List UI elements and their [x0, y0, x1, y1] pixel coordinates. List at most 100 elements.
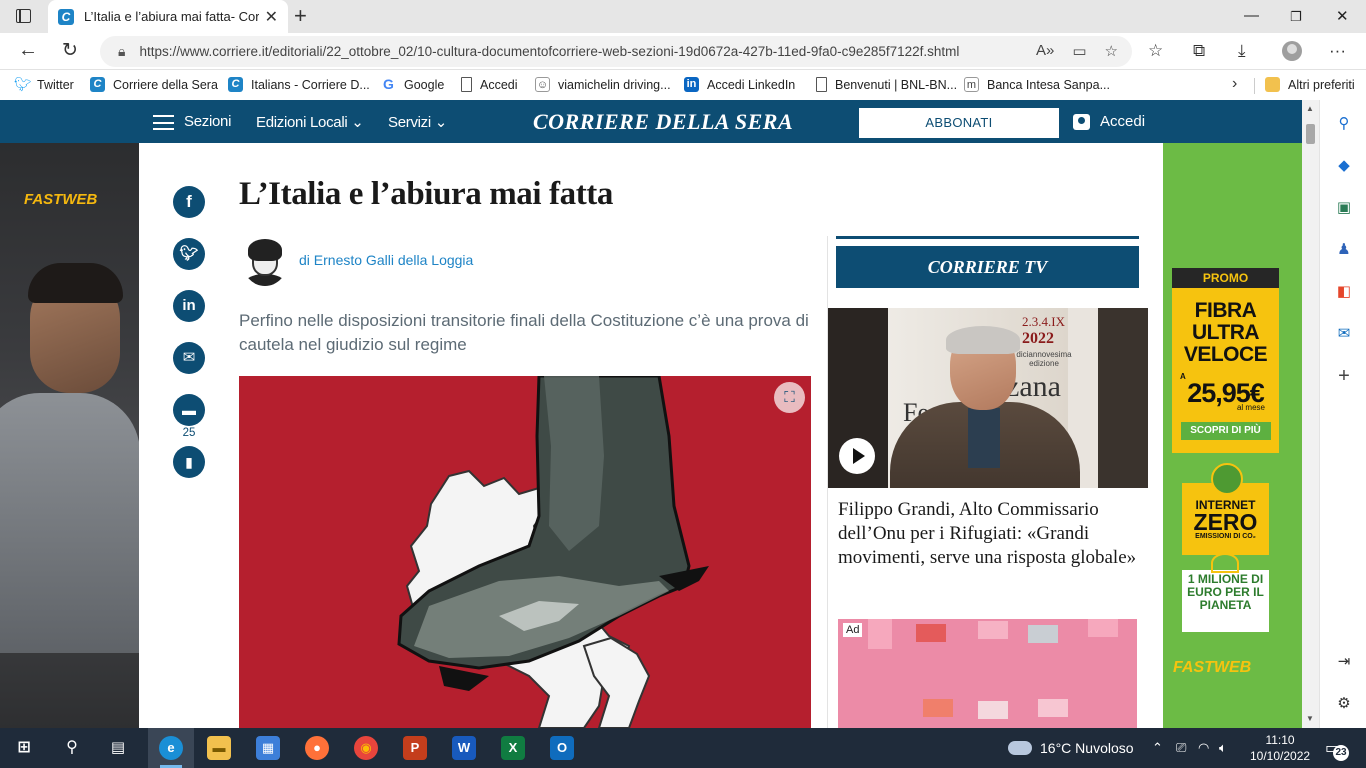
left-skin-ad[interactable]: FASTWEB	[0, 143, 139, 728]
back-icon[interactable]: ←	[18, 39, 38, 62]
start-icon[interactable]: ⊞	[12, 736, 36, 760]
bank-icon: m	[964, 77, 979, 92]
nav-edizioni-locali[interactable]: Edizioni Locali ⌄	[256, 113, 364, 131]
games-icon[interactable]: ♟	[1334, 240, 1354, 260]
author-link[interactable]: di Ernesto Galli della Loggia	[299, 252, 473, 268]
screen: C L’Italia e l’abiura mai fatta- Corrier…	[0, 0, 1366, 768]
active-tab[interactable]: C L’Italia e l’abiura mai fatta- Corrier…	[48, 0, 288, 33]
corriere-tv-header[interactable]: CORRIERE TV	[836, 246, 1139, 288]
outlook-icon[interactable]: O	[550, 736, 574, 760]
favorites-bar: 🐦︎ Twitter C Corriere della Sera C Italians…	[0, 70, 1366, 100]
promo-banner[interactable]: PROMO FIBRA ULTRA VELOCE A 25,95€ al mes…	[1172, 268, 1279, 453]
corriere-icon: C	[90, 77, 105, 92]
url-text[interactable]: https://www.corriere.it/editoriali/22_ot…	[139, 44, 1009, 59]
bookmark-corriere[interactable]: C Corriere della Sera	[90, 77, 218, 92]
volume-icon[interactable]: 🔈︎	[1219, 740, 1227, 756]
outlook-icon[interactable]: ✉	[1334, 324, 1354, 344]
site-logo[interactable]: CORRIERE DELLA SERA	[533, 109, 793, 135]
play-icon[interactable]	[839, 438, 875, 474]
bookmark-intesa[interactable]: m Banca Intesa Sanpa...	[964, 77, 1110, 92]
maximize-icon[interactable]: ❐	[1290, 9, 1302, 25]
file-explorer-icon[interactable]: ▬	[207, 736, 231, 760]
refresh-icon[interactable]: ↻	[62, 39, 78, 62]
twitter-icon: 🐦︎	[14, 76, 32, 92]
email-icon[interactable]: ✉	[173, 342, 205, 374]
wifi-icon[interactable]: ◠	[1198, 740, 1209, 756]
zero-line: ZERO	[1193, 509, 1258, 535]
sidebar-ad[interactable]: Ad	[838, 619, 1137, 728]
window-close-icon[interactable]: ✕	[1336, 7, 1349, 25]
bookmark-google[interactable]: G Google	[381, 77, 444, 92]
search-icon[interactable]: ⚲	[1334, 114, 1354, 134]
article-title: L’Italia e l’abiura mai fatta	[239, 176, 613, 212]
profile-icon[interactable]	[1282, 41, 1302, 61]
task-view-icon[interactable]: ▤	[106, 736, 130, 760]
favorites-icon[interactable]: ☆	[1148, 41, 1163, 61]
scroll-down-icon[interactable]: ▼	[1306, 714, 1314, 723]
search-icon[interactable]: ⚲	[60, 736, 84, 760]
bookmark-icon[interactable]: ▮	[173, 446, 205, 478]
bookmark-label: Accedi LinkedIn	[707, 77, 796, 92]
bookmark-accedi[interactable]: Accedi	[461, 77, 518, 92]
ad-shape	[916, 624, 946, 642]
excel-icon[interactable]: X	[501, 736, 525, 760]
globe-icon	[1211, 463, 1243, 495]
bookmark-twitter[interactable]: 🐦︎ Twitter	[14, 77, 74, 92]
facebook-icon[interactable]: f	[173, 186, 205, 218]
page-scrollbar[interactable]: ▲ ▼	[1302, 100, 1319, 728]
nav-servizi[interactable]: Servizi ⌄	[388, 113, 447, 131]
linkedin-icon[interactable]: in	[173, 290, 205, 322]
speaker-hair	[946, 326, 1020, 354]
twitter-icon[interactable]: 🐦︎	[173, 238, 205, 270]
chevron-up-icon[interactable]: ⌃	[1152, 740, 1163, 756]
bookmark-bnl[interactable]: Benvenuti | BNL-BN...	[816, 77, 957, 92]
corriere-favicon-icon: C	[58, 8, 74, 25]
scroll-up-icon[interactable]: ▲	[1306, 104, 1314, 113]
comment-icon[interactable]: ▬	[173, 394, 205, 426]
close-icon[interactable]: ✕	[265, 7, 278, 27]
scroll-thumb[interactable]	[1306, 124, 1315, 144]
bookmark-italians[interactable]: C Italians - Corriere D...	[228, 77, 370, 92]
abbonati-button[interactable]: ABBONATI	[859, 108, 1059, 138]
network-icon[interactable]: ⎚	[1176, 740, 1186, 756]
store-icon[interactable]: ▦	[256, 736, 280, 760]
shopping-icon[interactable]: ◆	[1334, 156, 1354, 176]
edge-icon[interactable]: e	[159, 736, 183, 760]
url-field[interactable]: 🔒︎ https://www.corriere.it/editoriali/22…	[100, 36, 1132, 67]
add-favorite-icon[interactable]: ☆	[1105, 42, 1118, 60]
video-thumbnail[interactable]: 2.3.4.IX 2022 diciannovesima edizione za…	[828, 308, 1148, 488]
bookmark-linkedin[interactable]: in Accedi LinkedIn	[684, 77, 795, 92]
weather-widget[interactable]: 16°C Nuvoloso	[1008, 740, 1134, 756]
settings-icon[interactable]: ⚙	[1334, 694, 1354, 714]
promo-cta-button[interactable]: SCOPRI DI PIÙ	[1180, 422, 1271, 440]
sidebar-toggle-icon[interactable]: ⇥	[1334, 652, 1354, 672]
nav-sezioni[interactable]: Sezioni	[184, 113, 231, 130]
video-title[interactable]: Filippo Grandi, Alto Commissario dell’On…	[838, 498, 1138, 570]
read-aloud-icon[interactable]: A»	[1036, 42, 1054, 60]
weather-text: 16°C Nuvoloso	[1040, 740, 1134, 756]
collections-icon[interactable]: ⧉	[1193, 41, 1205, 61]
right-skin-ad[interactable]: PROMO FIBRA ULTRA VELOCE A 25,95€ al mes…	[1163, 143, 1302, 728]
minimize-icon[interactable]: —	[1244, 7, 1259, 24]
downloads-icon[interactable]: ⤓	[1238, 41, 1246, 61]
accedi-button[interactable]: Accedi	[1073, 113, 1145, 130]
new-tab-icon[interactable]: +	[294, 3, 307, 29]
add-icon[interactable]: +	[1334, 366, 1354, 386]
bookmark-viamichelin[interactable]: ☺ viamichelin driving...	[535, 77, 671, 92]
chevron-right-icon[interactable]: ›	[1232, 75, 1237, 93]
more-icon[interactable]: ···	[1329, 41, 1346, 61]
bookmark-label: Accedi	[480, 77, 518, 92]
reader-view-icon[interactable]: ▭	[1072, 42, 1086, 60]
chrome-icon[interactable]: ◉	[354, 736, 378, 760]
hamburger-icon[interactable]	[153, 115, 174, 130]
other-favorites-folder[interactable]: Altri preferiti	[1265, 77, 1355, 92]
tab-actions-icon[interactable]	[16, 9, 31, 23]
office-icon[interactable]: ◧	[1334, 282, 1354, 302]
promo-price: 25,95€	[1187, 378, 1265, 408]
powerpoint-icon[interactable]: P	[403, 736, 427, 760]
expand-image-icon[interactable]: ⛶	[774, 382, 805, 413]
system-clock[interactable]: 11:10 10/10/2022	[1250, 732, 1310, 764]
firefox-icon[interactable]: ●	[305, 736, 329, 760]
tools-icon[interactable]: ▣	[1334, 198, 1354, 218]
word-icon[interactable]: W	[452, 736, 476, 760]
